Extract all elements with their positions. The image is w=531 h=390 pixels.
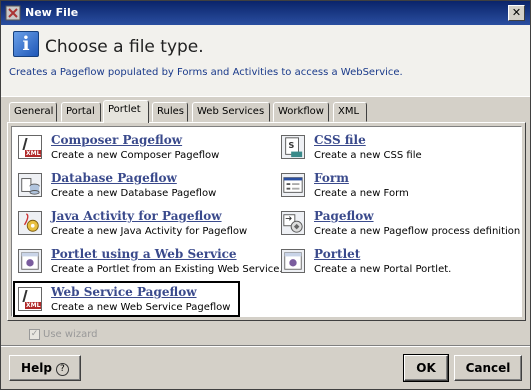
item-description: Create a new Portal Portlet. [314, 264, 452, 275]
svg-text:S: S [288, 140, 294, 150]
list-item-form[interactable]: Form Create a new Form [277, 168, 502, 202]
close-icon: ✕ [511, 6, 522, 19]
tab-general[interactable]: General [9, 102, 57, 122]
dialog-header: i Choose a file type. Creates a Pageflow… [1, 25, 530, 97]
portlet-ws-icon [18, 249, 42, 273]
css-file-icon: S [281, 135, 305, 159]
page-title: Choose a file type. [45, 37, 204, 57]
item-description: Create a new Composer Pageflow [51, 150, 220, 161]
item-description: Create a new Java Activity for Pageflow [51, 226, 248, 237]
help-button[interactable]: Help? [9, 355, 81, 381]
item-description: Create a new CSS file [314, 150, 422, 161]
new-file-dialog: New File ✕ i Choose a file type. Creates… [0, 0, 531, 390]
item-title: Composer Pageflow [51, 133, 183, 147]
item-title: Database Pageflow [51, 171, 177, 185]
tab-web-services[interactable]: Web Services [192, 102, 270, 122]
item-title: CSS file [314, 133, 366, 147]
xml-file-icon [18, 135, 42, 159]
list-item-css-file[interactable]: S CSS file Create a new CSS file [277, 130, 502, 164]
check-icon: ✓ [29, 329, 40, 340]
list-item-portlet[interactable]: Portlet Create a new Portal Portlet. [277, 244, 502, 278]
tab-panel: Composer Pageflow Create a new Composer … [7, 122, 526, 321]
help-icon: ? [55, 363, 69, 376]
pageflow-icon [281, 211, 305, 235]
app-icon [5, 5, 21, 21]
item-description: Create a new Web Service Pageflow [51, 302, 231, 313]
tab-portlet[interactable]: Portlet [103, 100, 149, 123]
list-item-composer-pageflow[interactable]: Composer Pageflow Create a new Composer … [14, 130, 239, 164]
item-description: Create a new Database Pageflow [51, 188, 217, 199]
close-button[interactable]: ✕ [508, 5, 525, 21]
item-description: Create a new Pageflow process definition [314, 226, 521, 237]
tab-xml[interactable]: XML [333, 102, 367, 122]
database-pageflow-icon [18, 173, 42, 197]
title-bar: New File ✕ [1, 1, 530, 25]
item-title: Pageflow [314, 209, 374, 223]
info-icon: i [13, 31, 39, 57]
help-label: Help [21, 361, 52, 375]
list-item-web-service-pageflow[interactable]: Web Service Pageflow Create a new Web Se… [13, 281, 240, 317]
use-wizard-checkbox[interactable]: ✓ Use wizard [29, 329, 97, 340]
list-item-pageflow[interactable]: Pageflow Create a new Pageflow process d… [277, 206, 520, 240]
item-title: Web Service Pageflow [51, 285, 197, 299]
ok-button[interactable]: OK [403, 354, 449, 382]
window-title: New File [25, 6, 79, 19]
item-description: Create a Portlet from an Existing Web Se… [51, 264, 283, 275]
item-title: Java Activity for Pageflow [51, 209, 222, 223]
portlet-icon [281, 249, 305, 273]
item-title: Portlet [314, 247, 361, 261]
tab-workflow[interactable]: Workflow [273, 102, 329, 122]
divider [1, 345, 530, 347]
xml-file-icon [18, 287, 42, 311]
list-item-portlet-web-service[interactable]: Portlet using a Web Service Create a Por… [14, 244, 283, 278]
list-item-database-pageflow[interactable]: Database Pageflow Create a new Database … [14, 168, 239, 202]
use-wizard-label: Use wizard [43, 329, 98, 340]
file-type-list: Composer Pageflow Create a new Composer … [11, 126, 522, 317]
tab-portal[interactable]: Portal [61, 102, 101, 122]
page-description: Creates a Pageflow populated by Forms an… [9, 67, 403, 78]
item-title: Form [314, 171, 349, 185]
item-description: Create a new Form [314, 188, 409, 199]
list-item-java-activity[interactable]: Java Activity for Pageflow Create a new … [14, 206, 247, 240]
java-activity-icon [18, 211, 42, 235]
form-icon [281, 173, 305, 197]
cancel-button[interactable]: Cancel [454, 355, 522, 381]
item-title: Portlet using a Web Service [51, 247, 237, 261]
tab-rules[interactable]: Rules [152, 102, 188, 122]
